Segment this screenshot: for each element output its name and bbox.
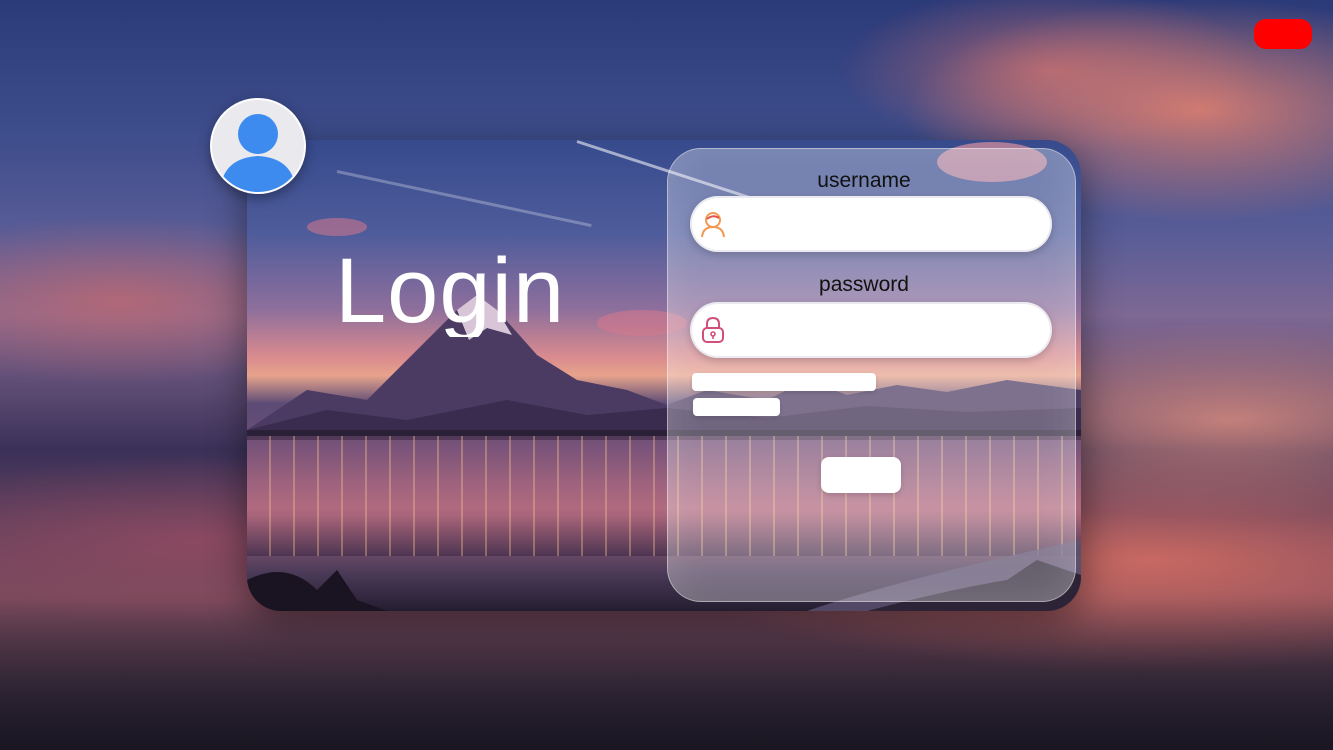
password-input[interactable]	[736, 310, 1040, 352]
background-shade	[0, 590, 1333, 750]
login-button[interactable]	[821, 457, 901, 493]
forgot-password-link[interactable]	[693, 398, 780, 416]
password-field-wrapper	[690, 302, 1052, 358]
page-title: Login	[335, 245, 566, 337]
lock-icon	[702, 316, 724, 343]
sky-streak	[336, 170, 592, 228]
remember-me-option[interactable]	[692, 373, 876, 391]
username-label: username	[817, 169, 911, 192]
avatar	[210, 98, 306, 194]
login-page: Login username password	[0, 0, 1333, 750]
user-avatar-icon	[220, 114, 296, 192]
username-field-wrapper	[690, 196, 1052, 252]
cloud	[307, 218, 367, 236]
login-form: username password	[667, 148, 1076, 602]
username-input[interactable]	[736, 204, 1040, 246]
close-button[interactable]	[1254, 19, 1312, 49]
user-icon	[701, 212, 725, 238]
password-label: password	[819, 273, 909, 296]
